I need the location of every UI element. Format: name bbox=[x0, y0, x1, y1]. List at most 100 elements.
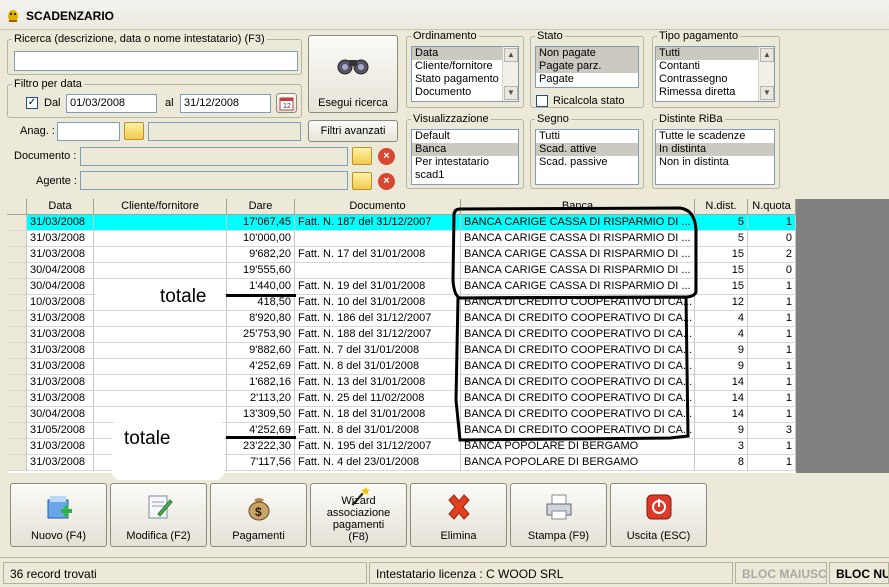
grid-cell-cliente bbox=[94, 391, 227, 407]
grid-header-row-selector[interactable] bbox=[7, 199, 27, 215]
scroll-up-icon[interactable]: ▲ bbox=[504, 48, 518, 62]
grid-header-col-cliente[interactable]: Cliente/fornitore bbox=[94, 199, 227, 215]
grid-cell-dare: 1'682,16 bbox=[227, 375, 295, 391]
grid-cell-nquota: 1 bbox=[748, 439, 796, 455]
stato-option[interactable]: Non pagate bbox=[536, 47, 638, 60]
distinte-option[interactable]: Tutte le scadenze bbox=[656, 130, 774, 143]
grid-cell-nquota: 1 bbox=[748, 279, 796, 295]
date-from-label: Dal bbox=[44, 97, 61, 109]
stato-list[interactable]: Non pagate Pagate parz. Pagate bbox=[535, 46, 639, 88]
documento-clear-icon[interactable]: × bbox=[378, 148, 395, 165]
elimina-button[interactable]: Elimina bbox=[410, 483, 507, 547]
tipo-pagamento-option[interactable]: Rimessa diretta bbox=[656, 86, 758, 99]
visualizzazione-list[interactable]: Default Banca Per intestatario scad1 bbox=[411, 129, 519, 185]
row-selector bbox=[7, 359, 27, 375]
ordinamento-scrollbar[interactable]: ▲ ▼ bbox=[502, 47, 518, 101]
segno-legend: Segno bbox=[537, 113, 569, 125]
stato-option[interactable]: Pagate parz. bbox=[536, 60, 638, 73]
grid-header-col-dare[interactable]: Dare bbox=[227, 199, 295, 215]
tipo-pagamento-scrollbar[interactable]: ▲ ▼ bbox=[758, 47, 774, 101]
ricalcola-checkbox[interactable] bbox=[536, 95, 548, 107]
grid-cell-nquota: 1 bbox=[748, 343, 796, 359]
anag-input[interactable] bbox=[57, 122, 120, 141]
visualizzazione-option[interactable]: Banca bbox=[412, 143, 518, 156]
documento-input[interactable] bbox=[80, 147, 348, 166]
grid-cell-banca: BANCA POPOLARE DI BERGAMO bbox=[461, 455, 695, 471]
grid-cell-data: 31/03/2008 bbox=[27, 439, 94, 455]
segno-option[interactable]: Scad. attive bbox=[536, 143, 638, 156]
search-input[interactable] bbox=[14, 51, 298, 71]
visualizzazione-option[interactable]: Per intestatario bbox=[412, 156, 518, 169]
grid-cell-data: 31/03/2008 bbox=[27, 391, 94, 407]
distinte-option[interactable]: In distinta bbox=[656, 143, 774, 156]
grid-cell-nquota: 1 bbox=[748, 391, 796, 407]
date-to-input[interactable]: 31/12/2008 bbox=[180, 94, 271, 113]
row-selector bbox=[7, 327, 27, 343]
app-icon bbox=[8, 10, 18, 22]
grid-cell-cliente bbox=[94, 359, 227, 375]
search-legend: Ricerca (descrizione, data o nome intest… bbox=[14, 33, 265, 45]
agente-input[interactable] bbox=[80, 171, 348, 190]
ordinamento-option[interactable]: Stato pagamento bbox=[412, 73, 502, 86]
grid-cell-dare: 25'753,90 bbox=[227, 327, 295, 343]
row-selector bbox=[7, 247, 27, 263]
documento-folder-icon[interactable] bbox=[352, 147, 372, 165]
scroll-down-icon[interactable]: ▼ bbox=[504, 86, 518, 100]
ordinamento-option[interactable]: Documento bbox=[412, 86, 502, 99]
stato-option[interactable]: Pagate bbox=[536, 73, 638, 86]
segno-list[interactable]: Tutti Scad. attive Scad. passive bbox=[535, 129, 639, 185]
scroll-up-icon[interactable]: ▲ bbox=[760, 48, 774, 62]
binoculars-icon bbox=[337, 59, 369, 75]
annotation-line bbox=[226, 294, 296, 297]
stato-legend: Stato bbox=[537, 30, 563, 42]
grid-cell-data: 31/03/2008 bbox=[27, 311, 94, 327]
modifica-button[interactable]: Modifica (F2) bbox=[110, 483, 207, 547]
distinte-list[interactable]: Tutte le scadenze In distinta Non in disti… bbox=[655, 129, 775, 185]
grid-cell-dare: 418,50 bbox=[227, 295, 295, 311]
row-selector bbox=[7, 423, 27, 439]
search-button[interactable]: Esegui ricerca bbox=[308, 35, 398, 113]
grid-cell-cliente bbox=[94, 375, 227, 391]
tipo-pagamento-option[interactable]: Contanti bbox=[656, 60, 758, 73]
grid-cell-data: 31/03/2008 bbox=[27, 359, 94, 375]
edit-icon bbox=[144, 492, 174, 522]
ordinamento-option[interactable]: Cliente/fornitore bbox=[412, 60, 502, 73]
distinte-option[interactable]: Non in distinta bbox=[656, 156, 774, 169]
date-to-label: al bbox=[165, 97, 174, 109]
anag-folder-icon[interactable] bbox=[124, 122, 144, 140]
row-selector bbox=[7, 263, 27, 279]
segno-option[interactable]: Scad. passive bbox=[536, 156, 638, 169]
calendar-button[interactable]: 12 bbox=[276, 93, 297, 113]
svg-text:12: 12 bbox=[283, 103, 291, 110]
advanced-filters-button[interactable]: Filtri avanzati bbox=[308, 120, 398, 142]
ordinamento-option[interactable]: Data bbox=[412, 47, 502, 60]
grid-cell-dare: 13'309,50 bbox=[227, 407, 295, 423]
grid-header-col-documento[interactable]: Documento bbox=[295, 199, 461, 215]
agente-clear-icon[interactable]: × bbox=[378, 173, 395, 190]
nuovo-button[interactable]: Nuovo (F4) bbox=[10, 483, 107, 547]
segno-option[interactable]: Tutti bbox=[536, 130, 638, 143]
visualizzazione-option[interactable]: Default bbox=[412, 130, 518, 143]
agente-folder-icon[interactable] bbox=[352, 172, 372, 190]
toolbar-button-label: Stampa (F9) bbox=[527, 530, 590, 542]
ordinamento-list[interactable]: Data Cliente/fornitore Stato pagamento Docu… bbox=[411, 46, 519, 102]
tipo-pagamento-option[interactable]: Contrassegno bbox=[656, 73, 758, 86]
documento-label: Documento : bbox=[14, 150, 77, 162]
visualizzazione-option[interactable]: scad1 bbox=[412, 169, 518, 182]
tipo-pagamento-list[interactable]: Tutti Contanti Contrassegno Rimessa diretta… bbox=[655, 46, 775, 102]
tipo-pagamento-option[interactable]: Tutti bbox=[656, 47, 758, 60]
wizard-button[interactable]: Wizard associazione pagamenti (F8) bbox=[310, 483, 407, 547]
grid-cell-nquota: 1 bbox=[748, 311, 796, 327]
pagamenti-button[interactable]: $ Pagamenti bbox=[210, 483, 307, 547]
grid-cell-documento: Fatt. N. 4 del 23/01/2008 bbox=[295, 455, 461, 471]
scroll-down-icon[interactable]: ▼ bbox=[760, 86, 774, 100]
grid-header-col-nquota[interactable]: N.quota bbox=[748, 199, 796, 215]
exit-icon bbox=[644, 492, 674, 522]
date-from-input[interactable]: 01/03/2008 bbox=[66, 94, 157, 113]
stampa-button[interactable]: Stampa (F9) bbox=[510, 483, 607, 547]
grid-header-col-data[interactable]: Data bbox=[27, 199, 94, 215]
uscita-button[interactable]: Uscita (ESC) bbox=[610, 483, 707, 547]
date-filter-checkbox[interactable]: ✓ bbox=[26, 97, 38, 109]
date-filter-legend: Filtro per data bbox=[14, 78, 82, 90]
window-title: SCADENZARIO bbox=[26, 9, 115, 23]
